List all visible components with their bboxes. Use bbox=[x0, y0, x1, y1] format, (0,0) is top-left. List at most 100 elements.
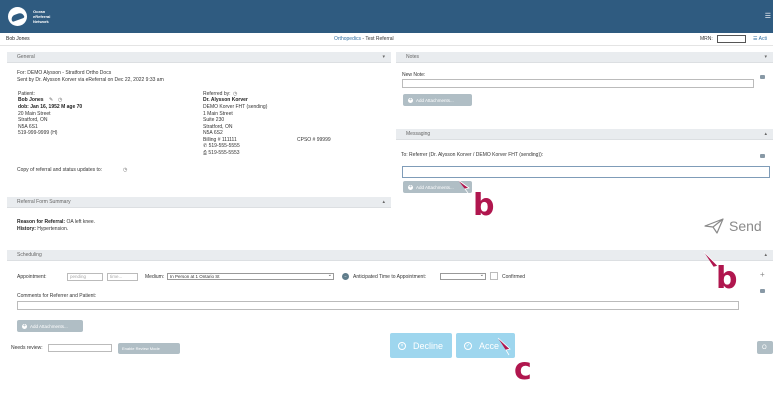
collapse-caret-icon[interactable]: ▴ bbox=[764, 129, 767, 140]
scheduling-add-attachments-label: Add Attachments... bbox=[30, 323, 68, 329]
history-line: History: Hypertension. bbox=[17, 226, 68, 232]
collapse-caret-icon[interactable]: ▴ bbox=[382, 197, 385, 208]
decline-button[interactable]: × Decline bbox=[390, 333, 452, 358]
referral-summary-header[interactable]: Referral Form Summary ▴ bbox=[7, 197, 391, 208]
annotation-badge-b-send: b bbox=[716, 261, 738, 296]
comment-icon[interactable] bbox=[760, 289, 765, 293]
collapse-caret-icon[interactable]: ▴ bbox=[764, 250, 767, 261]
referral-service-link[interactable]: Orthopedics bbox=[334, 36, 361, 42]
confirmed-label: Confirmed bbox=[502, 274, 526, 280]
logo-text: Ocean eReferral Network bbox=[33, 9, 50, 24]
referrer-phone: 519-555-5555 bbox=[208, 143, 240, 149]
hand-pointer-icon bbox=[457, 179, 470, 194]
needs-review-input[interactable] bbox=[48, 344, 112, 352]
referrer-postal: N5A 6S2 bbox=[203, 130, 223, 136]
referrer-cpso: CPSO # 99999 bbox=[297, 137, 331, 143]
confirmed-checkbox[interactable] bbox=[490, 272, 498, 280]
phone-icon: ✆ bbox=[203, 143, 208, 149]
notes-panel-title: Notes bbox=[406, 54, 420, 60]
comment-icon[interactable] bbox=[760, 154, 765, 158]
mrn-input[interactable] bbox=[717, 35, 746, 43]
plus-icon: + bbox=[408, 183, 413, 190]
ocean-logo[interactable]: Ocean eReferral Network bbox=[8, 7, 50, 26]
scheduling-add-attachments-button[interactable]: + Add Attachments... bbox=[17, 320, 83, 332]
referral-title-rest: - Test Referral bbox=[360, 36, 394, 42]
chevron-down-icon: ⌄ bbox=[479, 272, 484, 278]
collapse-caret-icon[interactable]: ▾ bbox=[382, 52, 385, 63]
new-note-label: New Note: bbox=[402, 72, 426, 78]
scheduling-panel-title: Scheduling bbox=[17, 252, 42, 258]
x-circle-icon: × bbox=[398, 341, 406, 350]
medium-label: Medium: bbox=[145, 274, 165, 280]
general-panel-title: General bbox=[17, 54, 35, 60]
check-circle-icon: ✓ bbox=[464, 341, 472, 350]
messaging-panel-title: Messaging bbox=[406, 131, 431, 137]
message-to-line: To: Referrer (Dr. Alysson Korver / DEMO … bbox=[401, 152, 544, 158]
send-button[interactable]: Send bbox=[704, 218, 762, 234]
referral-summary-title: Referral Form Summary bbox=[17, 199, 71, 205]
hamburger-icon[interactable]: ☰ bbox=[765, 12, 771, 20]
general-panel-header[interactable]: General ▾ bbox=[7, 52, 391, 63]
annotation-badge-b: b bbox=[473, 188, 495, 223]
reason-value: OA left knee. bbox=[65, 219, 96, 225]
ocean-logo-icon bbox=[8, 7, 27, 26]
actions-menu[interactable]: ☰ Acti bbox=[753, 36, 767, 42]
scheduling-panel-header[interactable]: Scheduling ▴ bbox=[7, 250, 773, 261]
referrer-fax: 519-555-5553 bbox=[208, 150, 240, 156]
enable-review-mode-button[interactable]: Enable Review Mode bbox=[118, 343, 180, 354]
notes-add-attachments-button[interactable]: + Add Attachments... bbox=[403, 94, 472, 106]
patient-address-2: Stratford, ON bbox=[18, 117, 48, 123]
appointment-time-input[interactable]: time... bbox=[107, 273, 138, 281]
anticipated-time-label: Anticipated Time to Appointment: bbox=[353, 274, 427, 280]
history-label: History: bbox=[17, 226, 36, 232]
medium-select[interactable]: In Person at 1 Ontario St ⌄ bbox=[167, 273, 334, 280]
message-input[interactable] bbox=[402, 166, 770, 178]
comment-icon[interactable] bbox=[760, 75, 765, 79]
patient-name-header: Bob Jones bbox=[6, 36, 30, 42]
referrer-address-2: Suite 230 bbox=[203, 117, 225, 123]
messaging-panel-header[interactable]: Messaging ▴ bbox=[396, 129, 773, 140]
reason-for-referral: Reason for Referral: OA left knee. bbox=[17, 219, 95, 225]
collapse-caret-icon[interactable]: ▾ bbox=[764, 52, 767, 63]
medium-select-value: In Person at 1 Ontario St bbox=[170, 274, 220, 279]
appointment-label: Appointment: bbox=[17, 274, 47, 280]
referrer-fax-row: ⎙ 519-555-5553 bbox=[203, 150, 240, 156]
new-note-input[interactable] bbox=[402, 79, 754, 88]
patient-name: Bob Jones bbox=[18, 97, 44, 103]
right-edge-button[interactable]: O bbox=[757, 341, 773, 354]
notes-add-attachments-label: Add Attachments... bbox=[416, 97, 454, 103]
app-header: Ocean eReferral Network ☰ bbox=[0, 0, 773, 33]
decline-label: Decline bbox=[413, 340, 444, 351]
needs-review-label: Needs review: bbox=[11, 345, 43, 351]
plus-icon: + bbox=[408, 96, 413, 103]
logo-line-3: Network bbox=[33, 19, 49, 24]
mrn-label: MRN: bbox=[700, 36, 713, 42]
paper-plane-icon bbox=[704, 218, 724, 234]
appointment-date-input[interactable]: pending bbox=[67, 273, 103, 281]
referrer-clinic: DEMO Korver FHT (sending) bbox=[203, 104, 268, 110]
list-icon: ☰ bbox=[753, 36, 758, 42]
referral-title: Orthopedics - Test Referral bbox=[334, 36, 394, 42]
anticipated-time-select[interactable]: ⌄ bbox=[440, 273, 486, 280]
copy-to-history-icon[interactable]: ◷ bbox=[123, 167, 127, 173]
notes-panel-header[interactable]: Notes ▾ bbox=[396, 52, 773, 63]
referral-sent-line: Sent by Dr. Alysson Korver via eReferral… bbox=[17, 77, 164, 83]
actions-label: Acti bbox=[758, 36, 767, 42]
edit-patient-icon[interactable]: ✎ bbox=[49, 97, 53, 103]
referral-for-line: For: DEMO Alysson - Stratford Ortho Docs bbox=[17, 70, 112, 76]
patient-phone: 519-999-9999 (H) bbox=[18, 130, 58, 136]
plus-icon: + bbox=[22, 322, 27, 329]
minus-circle-icon[interactable]: − bbox=[342, 273, 349, 280]
reason-label: Reason for Referral: bbox=[17, 219, 66, 225]
referral-subheader: Bob Jones Orthopedics - Test Referral MR… bbox=[0, 33, 773, 46]
referrer-phone-row: ✆ 519-555-5555 bbox=[203, 143, 240, 149]
chevron-down-icon: ⌄ bbox=[327, 272, 332, 278]
comments-input[interactable] bbox=[17, 301, 739, 310]
history-value: Hypertension. bbox=[35, 226, 69, 232]
patient-history-icon[interactable]: ◷ bbox=[58, 97, 62, 103]
patient-dob: dob: Jan 16, 1952 M age 70 bbox=[18, 104, 83, 110]
add-plus-icon[interactable]: + bbox=[760, 270, 765, 278]
referrer-name: Dr. Alysson Korver bbox=[203, 97, 248, 103]
annotation-badge-c: c bbox=[514, 352, 532, 387]
fax-icon: ⎙ bbox=[203, 150, 208, 156]
